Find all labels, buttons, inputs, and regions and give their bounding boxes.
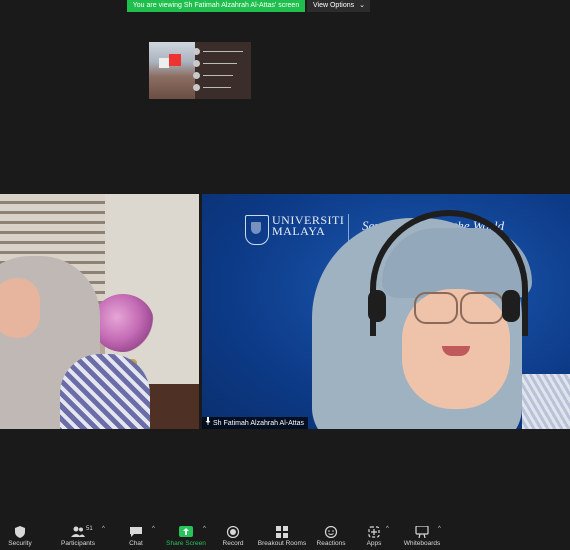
participants-icon bbox=[71, 526, 85, 537]
share-screen-icon bbox=[179, 526, 193, 537]
slide-photo bbox=[149, 42, 195, 99]
university-crest-icon bbox=[245, 215, 269, 245]
chat-menu-caret-icon[interactable]: ^ bbox=[152, 526, 155, 532]
whiteboards-button[interactable]: Whiteboards bbox=[400, 518, 444, 550]
chat-icon bbox=[130, 527, 142, 537]
shared-screen-content[interactable] bbox=[149, 42, 251, 99]
reactions-button[interactable]: Reactions bbox=[314, 518, 348, 550]
chat-button[interactable]: Chat bbox=[120, 518, 152, 550]
reactions-icon bbox=[324, 526, 338, 538]
participants-menu-caret-icon[interactable]: ^ bbox=[102, 526, 105, 532]
participant-video-tile-left[interactable] bbox=[0, 194, 199, 429]
microphone-icon bbox=[205, 417, 211, 430]
share-screen-button[interactable]: Share Screen bbox=[164, 518, 208, 550]
record-button[interactable]: Record bbox=[216, 518, 250, 550]
screen-share-banner: You are viewing Sh Fatimah Alzahrah Al-A… bbox=[127, 0, 305, 12]
meeting-toolbar: Security 51 Participants ^ Chat ^ Share … bbox=[0, 518, 570, 550]
shield-icon bbox=[15, 526, 25, 538]
orchid-image bbox=[92, 294, 154, 352]
apps-button[interactable]: Apps bbox=[360, 518, 388, 550]
whiteboards-menu-caret-icon[interactable]: ^ bbox=[438, 526, 441, 532]
participants-button[interactable]: 51 Participants bbox=[56, 518, 100, 550]
participant-name-tag: Sh Fatimah Alzahrah Al-Attas bbox=[202, 417, 309, 430]
apps-menu-caret-icon[interactable]: ^ bbox=[386, 526, 389, 532]
participant-count: 51 bbox=[86, 526, 93, 532]
whiteboard-icon bbox=[415, 526, 429, 538]
breakout-rooms-button[interactable]: Breakout Rooms bbox=[256, 518, 308, 550]
university-logo-text: UNIVERSITI MALAYA bbox=[272, 213, 345, 238]
participant-video-tile-right[interactable]: UNIVERSITI MALAYA Serving ... acting the… bbox=[202, 194, 570, 429]
breakout-rooms-icon bbox=[276, 526, 288, 538]
security-button[interactable]: Security bbox=[0, 518, 40, 550]
record-icon bbox=[226, 526, 240, 538]
view-options-button[interactable]: View Options ⌄ bbox=[307, 0, 370, 12]
chevron-down-icon: ⌄ bbox=[359, 2, 365, 9]
apps-icon bbox=[368, 526, 380, 538]
view-options-label: View Options bbox=[313, 2, 355, 9]
share-screen-caret-icon[interactable]: ^ bbox=[203, 526, 206, 532]
